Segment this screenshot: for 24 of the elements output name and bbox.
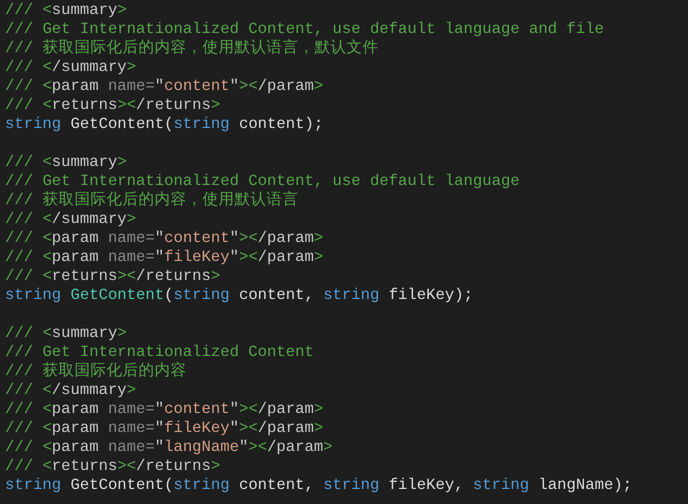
doc-comment-line: /// Get Internationalized Content [5,343,315,362]
doc-comment-line: /// <param name="content"></param> [5,229,324,248]
doc-comment-line: /// <param name="content"></param> [5,77,324,96]
doc-comment-line: /// 获取国际化后的内容，使用默认语言，默认文件 [5,39,380,58]
code-line: string GetContent(string content); [5,115,324,134]
doc-comment-line: /// <returns></returns> [5,96,222,115]
doc-comment-line: /// <param name="content"></param> [5,400,324,419]
doc-comment-line: /// Get Internationalized Content, use default language and file [5,20,605,39]
doc-comment-line: /// Get Internationalized Content, use default language [5,172,521,191]
doc-comment-line: /// 获取国际化后的内容 [5,362,188,381]
doc-comment-line: /// <returns></returns> [5,267,222,286]
doc-comment-line: /// <param name="fileKey"></param> [5,419,324,438]
doc-comment-line: /// <returns></returns> [5,457,222,476]
code-line: string GetContent(string content, string fileKey, string langName); [5,476,634,495]
doc-comment-line: /// <param name="langName"></param> [5,438,334,457]
doc-comment-line: /// </summary> [5,381,138,400]
doc-comment-line: /// <summary> [5,1,128,20]
doc-comment-line: /// <summary> [5,324,128,343]
doc-comment-line: /// </summary> [5,210,138,229]
code-line: string GetContent(string content, string fileKey); [5,286,474,305]
doc-comment-line: /// <summary> [5,153,128,172]
doc-comment-line: /// <param name="fileKey"></param> [5,248,324,267]
doc-comment-line: /// 获取国际化后的内容，使用默认语言 [5,191,300,210]
doc-comment-line: /// </summary> [5,58,138,77]
